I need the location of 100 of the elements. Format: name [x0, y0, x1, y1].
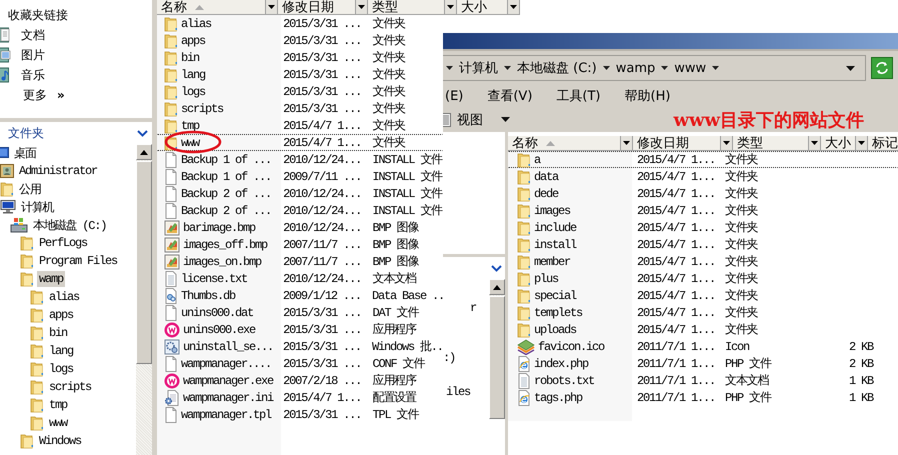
file-row[interactable]: unins000.dat 2015/3/31 ... DAT 文件 [157, 304, 443, 321]
file-row[interactable]: wampmanager.ini 2015/4/7 1... 配置设置 [157, 389, 443, 406]
file-row[interactable]: Backup 2 of ... 2010/12/24... INSTALL 文件 [157, 202, 443, 219]
favorite-link[interactable]: 图片 [0, 45, 45, 65]
tree-item[interactable]: wamp [0, 270, 136, 288]
tree-item[interactable]: PerfLogs [0, 234, 136, 252]
column-header[interactable]: 标记 [868, 136, 898, 150]
more-chevron[interactable]: » [57, 88, 65, 102]
file-size: 2 KB [848, 356, 873, 370]
file-row[interactable]: license.txt 2010/12/24... 文本文档 [157, 270, 443, 287]
file-row[interactable]: index.php 2011/7/1 1... PHP 文件 2 KB [508, 355, 898, 372]
breadcrumb[interactable]: www [674, 60, 706, 76]
more-link[interactable]: 更多 [23, 86, 47, 104]
column-menu-button[interactable] [856, 136, 868, 150]
folder-icon [164, 66, 178, 82]
file-row[interactable]: Thumbs.db 2009/1/12 ... Data Base .. [157, 287, 443, 304]
file-icon [164, 186, 178, 202]
tree-label: 本地磁盘 (C:) [32, 218, 108, 234]
column-menu-button[interactable] [356, 0, 368, 14]
file-row[interactable]: templets 2015/4/7 1... 文件夹 [508, 304, 898, 321]
file-row[interactable]: bin 2015/3/31 ... 文件夹 [157, 49, 443, 66]
file-row[interactable]: uploads 2015/4/7 1... 文件夹 [508, 321, 898, 338]
scrollbar-thumb[interactable] [136, 161, 152, 364]
breadcrumb-arrow-icon[interactable] [504, 66, 511, 70]
column-menu-button[interactable] [445, 0, 457, 14]
file-row[interactable]: dede 2015/4/7 1... 文件夹 [508, 185, 898, 202]
file-row[interactable]: alias 2015/3/31 ... 文件夹 [157, 15, 443, 32]
file-row[interactable]: favicon.ico 2011/7/1 1... Icon 2 KB [508, 338, 898, 355]
tree-item[interactable]: scripts [0, 378, 136, 396]
file-row[interactable]: wampmanager.exe 2007/2/18 ... 应用程序 [157, 372, 443, 389]
file-row[interactable]: robots.txt 2011/7/1 1... 文本文档 1 KB [508, 372, 898, 389]
tree-item[interactable]: 本地磁盘 (C:) [0, 216, 136, 234]
file-row[interactable]: Backup 1 of ... 2009/7/11 ... INSTALL 文件 [157, 168, 443, 185]
tree-item[interactable]: www [0, 414, 136, 432]
file-type: DAT 文件 [372, 305, 420, 321]
breadcrumb-arrow-icon[interactable] [602, 66, 610, 70]
folder-icon [30, 397, 44, 413]
file-row[interactable]: unins000.exe 2015/3/31 ... 应用程序 [157, 321, 443, 338]
column-menu-button[interactable] [809, 136, 821, 150]
file-row[interactable]: uninstall_se... 2015/3/31 ... Windows 批.. [157, 338, 443, 355]
file-row[interactable]: a 2015/4/7 1... 文件夹 [508, 151, 898, 168]
breadcrumb[interactable]: wamp [616, 60, 656, 76]
file-row[interactable]: special 2015/4/7 1... 文件夹 [508, 287, 898, 304]
address-bar[interactable]: 计算机 本地磁盘 (C:) wamp www [440, 55, 866, 81]
file-row[interactable]: data 2015/4/7 1... 文件夹 [508, 168, 898, 185]
file-row[interactable]: images_on.bmp 2007/11/7 ... BMP 图像 [157, 253, 443, 270]
file-row[interactable]: Backup 1 of ... 2010/12/24... INSTALL 文件 [157, 151, 443, 168]
column-menu-button[interactable] [508, 0, 520, 14]
file-row[interactable]: wampmanager.... 2015/3/31 ... CONF 文件 [157, 355, 443, 372]
scrollbar-track[interactable] [136, 144, 152, 455]
tree-item[interactable]: bin [0, 324, 136, 342]
file-row[interactable]: scripts 2015/3/31 ... 文件夹 [157, 100, 443, 117]
chevron-down-icon[interactable] [137, 130, 148, 136]
tree-item[interactable]: lang [0, 342, 136, 360]
breadcrumb[interactable]: 计算机 [459, 59, 498, 77]
caret-icon [501, 117, 510, 122]
tree-item[interactable]: logs [0, 360, 136, 378]
tree-item[interactable]: apps [0, 306, 136, 324]
scroll-up-button[interactable] [136, 144, 152, 160]
file-row[interactable]: tmp 2015/4/7 1... 文件夹 [157, 117, 443, 134]
refresh-button[interactable] [871, 57, 893, 79]
file-row[interactable]: member 2015/4/7 1... 文件夹 [508, 253, 898, 270]
menu-item[interactable]: 帮助(H) [624, 87, 670, 105]
file-row[interactable]: install 2015/4/7 1... 文件夹 [508, 236, 898, 253]
breadcrumb[interactable]: 本地磁盘 (C:) [517, 59, 597, 77]
file-row[interactable]: www 2015/4/7 1... 文件夹 [157, 134, 443, 151]
file-row[interactable]: tags.php 2011/7/1 1... PHP 文件 1 KB [508, 389, 898, 406]
file-row[interactable]: images 2015/4/7 1... 文件夹 [508, 202, 898, 219]
file-row[interactable]: apps 2015/3/31 ... 文件夹 [157, 32, 443, 49]
menu-item[interactable]: 查看(V) [487, 87, 532, 105]
tree-item[interactable]: 公用 [0, 180, 136, 198]
breadcrumb-arrow-icon[interactable] [661, 66, 668, 70]
file-row[interactable]: Backup 2 of ... 2010/12/24... INSTALL 文件 [157, 185, 443, 202]
tree-item[interactable]: Program Files [0, 252, 136, 270]
file-row[interactable]: logs 2015/3/31 ... 文件夹 [157, 83, 443, 100]
tree-item[interactable]: alias [0, 288, 136, 306]
tree-item[interactable]: Administrator [0, 162, 136, 180]
column-menu-button[interactable] [721, 136, 733, 150]
tree-item[interactable]: tmp [0, 396, 136, 414]
file-type: 文件夹 [372, 84, 406, 100]
tree-item[interactable]: 计算机 [0, 198, 136, 216]
file-row[interactable]: images_off.bmp 2007/11/7 ... BMP 图像 [157, 236, 443, 253]
breadcrumb-arrow-icon[interactable] [712, 66, 720, 70]
file-row[interactable]: barimage.bmp 2010/12/24... BMP 图像 [157, 219, 443, 236]
menu-item[interactable]: (E) [445, 88, 464, 104]
column-menu-button[interactable] [266, 0, 278, 14]
favorite-link[interactable]: 文档 [0, 25, 45, 45]
menu-item[interactable]: 工具(T) [556, 87, 600, 105]
file-row[interactable]: wampmanager.tpl 2015/3/31 ... TPL 文件 [157, 406, 443, 423]
file-row[interactable]: lang 2015/3/31 ... 文件夹 [157, 66, 443, 83]
column-menu-button[interactable] [621, 136, 633, 150]
tree-item[interactable]: 桌面 [0, 144, 136, 162]
file-row[interactable]: include 2015/4/7 1... 文件夹 [508, 219, 898, 236]
favorite-link[interactable]: 音乐 [0, 65, 45, 85]
file-row[interactable]: plus 2015/4/7 1... 文件夹 [508, 270, 898, 287]
scroll-up-button[interactable] [489, 279, 505, 295]
tree-item[interactable]: Windows [0, 432, 136, 450]
dropdown-arrow-icon[interactable] [846, 66, 855, 70]
breadcrumb-arrow-icon[interactable] [446, 66, 453, 70]
chevron-down-icon[interactable] [491, 264, 502, 272]
